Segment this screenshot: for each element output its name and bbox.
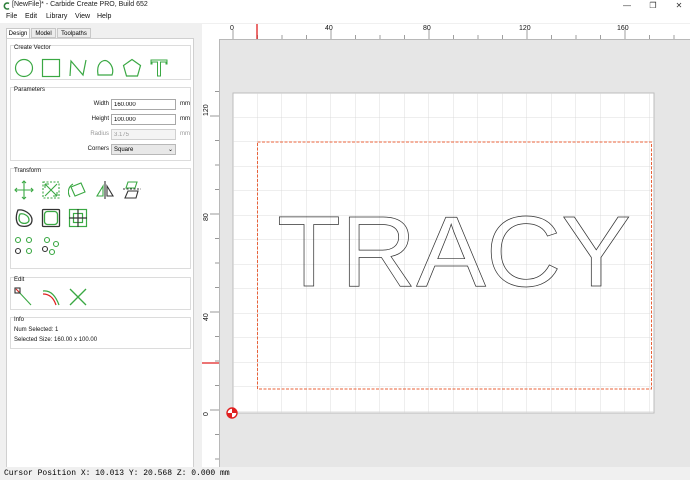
- selected-size-value: 160.00 x 100.00: [54, 337, 98, 343]
- scale-icon[interactable]: [41, 180, 61, 200]
- corners-select[interactable]: Square ⌄: [111, 144, 176, 155]
- selected-size-label: Selected Size:: [14, 337, 53, 343]
- v-tick-label: 40: [203, 313, 210, 321]
- horizontal-ruler: 0 40 80 120 160: [202, 24, 690, 40]
- restore-button[interactable]: ❐: [641, 0, 665, 12]
- height-label: Height: [91, 116, 109, 122]
- menu-view[interactable]: View: [75, 13, 90, 20]
- chevron-down-icon: ⌄: [167, 147, 173, 153]
- create-vector-title: Create Vector: [14, 45, 51, 51]
- origin-marker: [226, 407, 238, 419]
- h-tick-label: 40: [325, 25, 333, 32]
- vertical-ruler: 120 80 40 0: [202, 39, 220, 467]
- num-selected-label: Num Selected:: [14, 327, 54, 333]
- status-bar: Cursor Position X: 10.013 Y: 20.568 Z: 0…: [0, 467, 690, 480]
- move-icon[interactable]: [14, 180, 34, 200]
- h-tick-label: 80: [423, 25, 431, 32]
- mirror-icon[interactable]: [95, 180, 115, 200]
- cursor-position: Cursor Position X: 10.013 Y: 20.568 Z: 0…: [4, 469, 230, 478]
- rectangle-icon[interactable]: [41, 58, 61, 78]
- offset-icon[interactable]: [14, 208, 34, 228]
- polyline-icon[interactable]: [68, 58, 88, 78]
- height-unit: mm: [180, 116, 190, 122]
- tracy-text: TRACY: [277, 196, 631, 308]
- width-unit: mm: [180, 101, 190, 107]
- center-icon[interactable]: [68, 208, 88, 228]
- info-group: Info Num Selected: 1 Selected Size: 160.…: [10, 317, 191, 349]
- delete-icon[interactable]: [68, 287, 88, 307]
- menu-library[interactable]: Library: [46, 13, 67, 20]
- transform-group: Transform: [10, 168, 191, 269]
- app-logo-icon: [3, 2, 10, 10]
- tab-toolpaths[interactable]: Toolpaths: [57, 28, 91, 38]
- edit-title: Edit: [14, 277, 25, 283]
- circular-array-icon[interactable]: [14, 236, 34, 256]
- h-tick-label: 160: [617, 25, 629, 32]
- design-canvas[interactable]: TRACY: [202, 24, 690, 467]
- num-selected-value: 1: [55, 327, 59, 333]
- height-field[interactable]: [111, 114, 176, 125]
- corners-label: Corners: [87, 146, 109, 152]
- edit-group: Edit: [10, 277, 191, 310]
- text-icon[interactable]: [149, 58, 169, 78]
- corners-value: Square: [114, 147, 134, 153]
- transform-title: Transform: [14, 168, 42, 174]
- node-edit-icon[interactable]: [14, 287, 34, 307]
- create-vector-group: Create Vector: [10, 45, 191, 80]
- info-title: Info: [14, 317, 25, 323]
- title-bar: [NewFile]* - Carbide Create PRO, Build 6…: [0, 0, 690, 12]
- parameters-group: Parameters Width mm Height mm Radius mm …: [10, 87, 191, 161]
- menu-edit[interactable]: Edit: [25, 13, 37, 20]
- minimize-button[interactable]: —: [615, 0, 639, 12]
- selected-size-line: Selected Size: 160.00 x 100.00: [14, 337, 97, 343]
- width-label: Width: [93, 101, 109, 107]
- num-selected-line: Num Selected: 1: [14, 327, 58, 333]
- align-icon[interactable]: [122, 180, 142, 200]
- radius-unit: mm: [180, 131, 190, 137]
- left-panel: Design Model Toolpaths Create Vector Par…: [0, 24, 197, 468]
- menu-help[interactable]: Help: [97, 13, 111, 20]
- circle-icon[interactable]: [14, 58, 34, 78]
- fillet-icon[interactable]: [41, 208, 61, 228]
- polygon-icon[interactable]: [122, 58, 142, 78]
- parameters-title: Parameters: [14, 87, 46, 93]
- design-tab-page: Create Vector Parameters Width 160.000 m…: [6, 38, 194, 468]
- window-title: [NewFile]* - Carbide Create PRO, Build 6…: [12, 1, 148, 8]
- width-field[interactable]: [111, 99, 176, 110]
- linear-array-icon[interactable]: [41, 236, 61, 256]
- v-tick-label: 120: [203, 104, 210, 116]
- v-tick-label: 80: [203, 213, 210, 221]
- h-tick-label: 120: [519, 25, 531, 32]
- rotate-icon[interactable]: [68, 180, 88, 200]
- radius-label: Radius: [90, 131, 109, 137]
- canvas-drawing: TRACY: [226, 92, 655, 419]
- close-button[interactable]: ✕: [667, 0, 690, 12]
- menu-bar: File Edit Library View Help: [0, 12, 690, 23]
- menu-file[interactable]: File: [6, 13, 17, 20]
- radius-field: [111, 129, 176, 140]
- tab-model[interactable]: Model: [31, 28, 56, 38]
- v-tick-label: 0: [203, 412, 210, 416]
- h-tick-label: 0: [230, 25, 234, 32]
- curve-icon[interactable]: [95, 58, 115, 78]
- trim-icon[interactable]: [41, 287, 61, 307]
